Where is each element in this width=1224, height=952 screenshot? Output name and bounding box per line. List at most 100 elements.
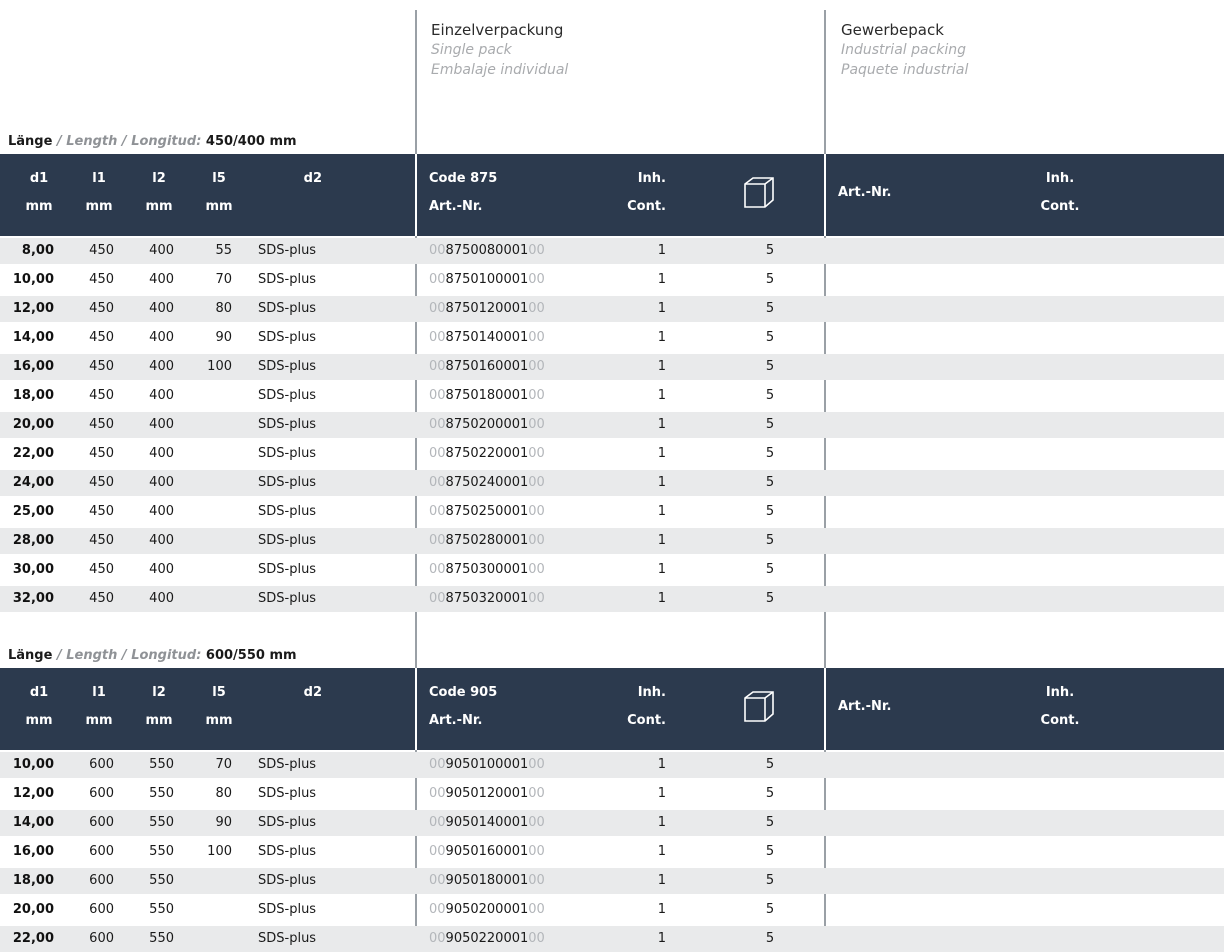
cell-article-number[interactable]: 00875025000100	[429, 499, 545, 525]
cell-article-number[interactable]: 00875016000100	[429, 354, 545, 380]
table-row: 14,00 600 550 90 SDS-plus 00905014000100 1 5	[0, 810, 1224, 836]
cell-inh: 1	[657, 533, 666, 548]
article-core: 9050140001	[445, 815, 529, 830]
article-prefix: 00	[429, 873, 446, 888]
cell-article-number[interactable]: 00875032000100	[429, 586, 545, 612]
header-d2: d2	[303, 171, 322, 186]
cell-article-number[interactable]: 00875018000100	[429, 383, 545, 409]
box-icon	[742, 690, 776, 728]
table-row: 20,00 450 400 SDS-plus 00875020000100 1 5	[0, 412, 1224, 438]
cell-l1: 450	[89, 243, 114, 258]
single-pack-label-de: Einzelverpackung	[431, 21, 564, 39]
header-gap	[415, 668, 417, 750]
cell-article-number[interactable]: 00905012000100	[429, 781, 545, 807]
cell-article-number[interactable]: 00905016000100	[429, 839, 545, 865]
cell-article-number[interactable]: 00875012000100	[429, 296, 545, 322]
cell-l1: 450	[89, 417, 114, 432]
cell-inh: 1	[657, 446, 666, 461]
cell-d1: 16,00	[12, 844, 54, 859]
cell-article-number[interactable]: 00905022000100	[429, 926, 545, 952]
cell-l2: 400	[149, 243, 174, 258]
cell-inh: 1	[657, 301, 666, 316]
cell-l2: 400	[149, 504, 174, 519]
cell-l2: 550	[149, 757, 174, 772]
article-suffix: 00	[528, 873, 545, 888]
header-l5: l5	[212, 171, 226, 186]
cell-l1: 450	[89, 272, 114, 287]
header-l1: l1	[92, 685, 106, 700]
cell-article-number[interactable]: 00905018000100	[429, 868, 545, 894]
cell-d2: SDS-plus	[258, 873, 317, 888]
section-length-title: Länge / Length / Longitud: 600/550 mm	[8, 648, 297, 663]
cell-l1: 600	[89, 786, 114, 801]
industrial-pack-label-es: Paquete industrial	[841, 62, 969, 78]
cell-article-number[interactable]: 00875008000100	[429, 238, 545, 264]
article-suffix: 00	[528, 931, 545, 946]
article-core: 9050220001	[445, 931, 529, 946]
cell-article-number[interactable]: 00875014000100	[429, 325, 545, 351]
article-suffix: 00	[528, 301, 545, 316]
cell-inh: 1	[657, 562, 666, 577]
article-suffix: 00	[528, 844, 545, 859]
table-header: d1 mm l1 mm l2 mm l5 mm d2 Code 875 Art.-Nr. Inh. Co…	[0, 154, 1224, 236]
cell-l1: 450	[89, 301, 114, 316]
cell-l2: 400	[149, 388, 174, 403]
cell-article-number[interactable]: 00875022000100	[429, 441, 545, 467]
cell-pack-qty: 5	[765, 902, 775, 917]
cell-pack-qty: 5	[765, 931, 775, 946]
article-suffix: 00	[528, 786, 545, 801]
article-prefix: 00	[429, 562, 446, 577]
cell-article-number[interactable]: 00875030000100	[429, 557, 545, 583]
cell-l1: 450	[89, 504, 114, 519]
article-suffix: 00	[528, 475, 545, 490]
article-prefix: 00	[429, 591, 446, 606]
article-core: 8750250001	[445, 504, 529, 519]
header-unit-mm: mm	[205, 713, 233, 728]
length-value: 600/550 mm	[205, 648, 297, 663]
single-pack-label-es: Embalaje individual	[431, 62, 569, 78]
cell-article-number[interactable]: 00905020000100	[429, 897, 545, 923]
cell-d1: 14,00	[12, 815, 54, 830]
cell-article-number[interactable]: 00905014000100	[429, 810, 545, 836]
cell-d2: SDS-plus	[258, 591, 317, 606]
article-prefix: 00	[429, 388, 446, 403]
cell-d1: 24,00	[12, 475, 54, 490]
cell-l5	[196, 383, 232, 409]
cell-article-number[interactable]: 00875024000100	[429, 470, 545, 496]
length-label-de: Länge	[8, 134, 57, 149]
article-core: 8750220001	[445, 446, 529, 461]
cell-article-number[interactable]: 00875020000100	[429, 412, 545, 438]
length-value: 450/400 mm	[205, 134, 297, 149]
cell-article-number[interactable]: 00875028000100	[429, 528, 545, 554]
header-gap	[415, 154, 417, 236]
cell-d2: SDS-plus	[258, 330, 317, 345]
article-prefix: 00	[429, 446, 446, 461]
cell-l2: 550	[149, 931, 174, 946]
article-prefix: 00	[429, 475, 446, 490]
table-row: 12,00 600 550 80 SDS-plus 00905012000100 1 5	[0, 781, 1224, 807]
cell-inh: 1	[657, 504, 666, 519]
table-row: 32,00 450 400 SDS-plus 00875032000100 1 5	[0, 586, 1224, 612]
cell-l5: 90	[215, 815, 232, 830]
table-row: 10,00 450 400 70 SDS-plus 00875010000100 1 5	[0, 267, 1224, 293]
article-core: 8750240001	[445, 475, 529, 490]
cell-d2: SDS-plus	[258, 504, 317, 519]
cell-d1: 12,00	[12, 301, 54, 316]
cell-d1: 18,00	[12, 873, 54, 888]
cell-l1: 600	[89, 815, 114, 830]
cell-article-number[interactable]: 00875010000100	[429, 267, 545, 293]
article-core: 8750120001	[445, 301, 529, 316]
article-suffix: 00	[528, 446, 545, 461]
cell-d2: SDS-plus	[258, 417, 317, 432]
article-core: 9050180001	[445, 873, 529, 888]
header-d2: d2	[303, 685, 322, 700]
cell-d1: 12,00	[12, 786, 54, 801]
cell-article-number[interactable]: 00905010000100	[429, 752, 545, 778]
cell-pack-qty: 5	[765, 301, 775, 316]
article-core: 9050120001	[445, 786, 529, 801]
cell-l5: 55	[215, 243, 232, 258]
cell-l5	[196, 441, 232, 467]
length-label-sep: /	[56, 134, 67, 149]
cell-pack-qty: 5	[765, 815, 775, 830]
article-suffix: 00	[528, 417, 545, 432]
